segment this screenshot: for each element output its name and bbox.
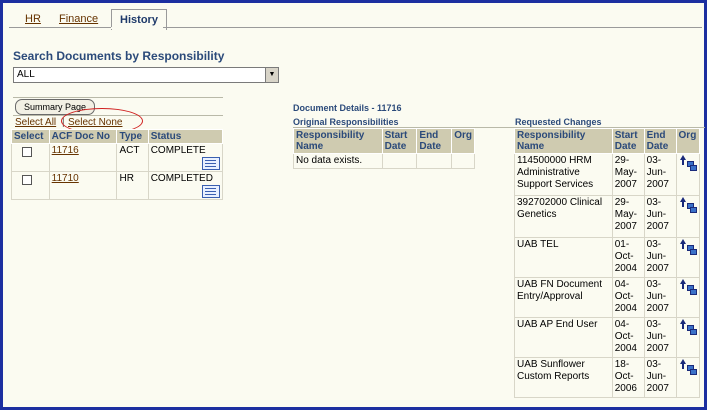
table-header-row: Select ACF Doc No Type Status — [11, 129, 224, 144]
col-responsibility-name: Responsibility Name — [514, 128, 613, 154]
start-date: 01-Oct-2004 — [611, 237, 645, 278]
table-row: UAB Sunflower Custom Reports 18-Oct-2006… — [514, 357, 701, 398]
select-all-link[interactable]: Select All — [15, 117, 56, 128]
responsibility-name: 114500000 HRM Administrative Support Ser… — [514, 153, 613, 196]
document-details-title: Document Details - 11716 — [293, 103, 402, 113]
end-date: 03-Jun-2007 — [643, 277, 677, 318]
row-checkbox[interactable] — [22, 175, 32, 185]
table-row: UAB FN Document Entry/Approval 04-Oct-20… — [514, 277, 701, 318]
start-date: 18-Oct-2006 — [611, 357, 645, 398]
end-date: 03-Jun-2007 — [643, 237, 677, 278]
requested-changes-table: Responsibility Name Start Date End Date … — [514, 128, 701, 398]
table-row: 11716 ACT COMPLETE — [11, 143, 224, 172]
app-frame: HR Finance History Search Documents by R… — [0, 0, 707, 410]
tab-bar: HR Finance History — [9, 7, 704, 30]
col-status[interactable]: Status — [147, 129, 224, 144]
tab-finance[interactable]: Finance — [51, 9, 106, 29]
start-date: 29-May-2007 — [611, 153, 645, 196]
end-date: 03-Jun-2007 — [643, 195, 677, 238]
start-date: 29-May-2007 — [611, 195, 645, 238]
responsibility-name: 392702000 Clinical Genetics — [514, 195, 613, 238]
col-doc-no[interactable]: ACF Doc No — [48, 129, 118, 144]
doc-number-link[interactable]: 11710 — [52, 173, 79, 184]
doc-number-link[interactable]: 11716 — [52, 145, 79, 156]
col-start-date: Start Date — [381, 128, 418, 154]
table-row: UAB TEL 01-Oct-2004 03-Jun-2007 — [514, 237, 701, 278]
responsibility-name: UAB AP End User — [514, 317, 613, 358]
org-hierarchy-icon[interactable] — [679, 319, 697, 335]
original-responsibilities-table: Responsibility Name Start Date End Date … — [293, 128, 475, 169]
doc-status: COMPLETED — [150, 173, 213, 184]
table-row: UAB AP End User 04-Oct-2004 03-Jun-2007 — [514, 317, 701, 358]
col-org: Org — [675, 128, 701, 154]
org-hierarchy-icon[interactable] — [679, 197, 697, 213]
end-date: 03-Jun-2007 — [643, 357, 677, 398]
responsibility-select[interactable]: ALL ▼ — [13, 67, 279, 83]
row-checkbox[interactable] — [22, 147, 32, 157]
table-header-row: Responsibility Name Start Date End Date … — [514, 128, 701, 154]
start-date: 04-Oct-2004 — [611, 317, 645, 358]
table-row: No data exists. — [293, 153, 475, 169]
documents-table: Select ACF Doc No Type Status 11716 ACT … — [11, 129, 224, 200]
original-responsibilities-title: Original Responsibilities — [293, 117, 399, 127]
col-responsibility-name: Responsibility Name — [293, 128, 383, 154]
end-date: 03-Jun-2007 — [643, 317, 677, 358]
col-type[interactable]: Type — [116, 129, 149, 144]
table-row: 11710 HR COMPLETED — [11, 171, 224, 200]
empty-message: No data exists. — [293, 153, 383, 169]
start-date: 04-Oct-2004 — [611, 277, 645, 318]
responsibility-name: UAB Sunflower Custom Reports — [514, 357, 613, 398]
org-hierarchy-icon[interactable] — [679, 359, 697, 375]
tab-hr[interactable]: HR — [17, 9, 49, 29]
responsibility-name: UAB TEL — [514, 237, 613, 278]
responsibility-name: UAB FN Document Entry/Approval — [514, 277, 613, 318]
page-title: Search Documents by Responsibility — [13, 49, 225, 63]
details-icon[interactable] — [202, 185, 220, 198]
org-hierarchy-icon[interactable] — [679, 279, 697, 295]
col-end-date: End Date — [643, 128, 677, 154]
doc-status: COMPLETE — [150, 145, 206, 156]
responsibility-select-value: ALL — [17, 69, 35, 80]
end-date: 03-Jun-2007 — [643, 153, 677, 196]
col-end-date: End Date — [416, 128, 453, 154]
col-select: Select — [11, 129, 50, 144]
doc-type: HR — [116, 171, 149, 200]
table-row: 114500000 HRM Administrative Support Ser… — [514, 153, 701, 196]
details-icon[interactable] — [202, 157, 220, 170]
org-hierarchy-icon[interactable] — [679, 239, 697, 255]
col-start-date: Start Date — [611, 128, 645, 154]
col-org: Org — [451, 128, 475, 154]
table-row: 392702000 Clinical Genetics 29-May-2007 … — [514, 195, 701, 238]
doc-type: ACT — [116, 143, 149, 172]
table-header-row: Responsibility Name Start Date End Date … — [293, 128, 475, 154]
requested-changes-title: Requested Changes — [515, 117, 602, 127]
divider — [13, 97, 223, 98]
org-hierarchy-icon[interactable] — [679, 155, 697, 171]
chevron-down-icon[interactable]: ▼ — [265, 68, 278, 82]
